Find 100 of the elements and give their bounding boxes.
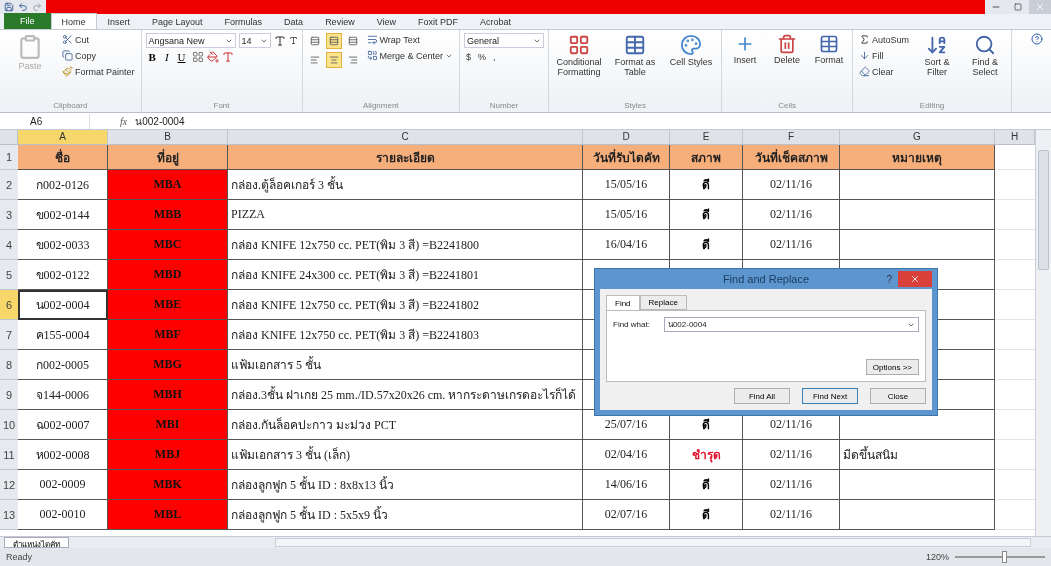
ribbon-tab[interactable]: Page Layout — [141, 13, 214, 29]
number-format-field[interactable]: General — [464, 33, 545, 48]
dialog-tab[interactable]: Replace — [639, 295, 687, 310]
ribbon-tab[interactable]: Acrobat — [469, 13, 523, 29]
table-cell: 02/11/16 — [743, 440, 840, 470]
close-button[interactable] — [1029, 0, 1051, 14]
bold-button[interactable]: B — [145, 51, 159, 63]
table-cell: 15/05/16 — [583, 170, 670, 200]
column-header[interactable]: D — [583, 130, 670, 145]
cells-button[interactable]: Delete — [768, 33, 807, 67]
horizontal-scrollbar[interactable] — [275, 538, 1031, 547]
row-header[interactable]: 12 — [0, 470, 18, 500]
wrap-text-button[interactable]: Wrap Text — [364, 33, 456, 46]
underline-button[interactable]: U — [174, 51, 189, 63]
options-button[interactable]: Options >> — [865, 359, 919, 375]
format-painter-button[interactable]: Format Painter — [60, 65, 137, 78]
ribbon-tab[interactable]: Insert — [96, 13, 142, 29]
row-header[interactable]: 10 — [0, 410, 18, 440]
table-cell: ก002-0126 — [18, 170, 108, 200]
sort-filter-button[interactable]: Sort & Filter — [915, 33, 960, 79]
zoom-handle[interactable] — [1001, 551, 1007, 563]
column-header[interactable]: H — [995, 130, 1035, 145]
clear-button[interactable]: Clear — [857, 65, 912, 78]
dialog-tab[interactable]: Find — [606, 295, 640, 310]
row-header[interactable]: 1 — [0, 145, 18, 170]
row-header[interactable]: 11 — [0, 440, 18, 470]
row-header[interactable]: 2 — [0, 170, 18, 200]
condition-text: ดี — [702, 177, 710, 194]
ribbon-tab[interactable]: View — [365, 13, 407, 29]
redo-icon[interactable] — [32, 2, 42, 12]
fill-button[interactable]: Fill — [857, 49, 912, 62]
eraser-icon — [859, 66, 871, 77]
table-cell: กล่อง KNIFE 12x750 cc. PET(พิม 3 สี) =B2241800 — [228, 230, 583, 260]
cells-button[interactable]: Format — [810, 33, 849, 67]
autosum-button[interactable]: AutoSum — [857, 33, 912, 46]
font-size-field[interactable]: 14 — [238, 33, 271, 48]
row-header[interactable]: 3 — [0, 200, 18, 230]
italic-button[interactable]: I — [161, 51, 172, 63]
table-cell: 02/11/16 — [743, 500, 840, 530]
formula-value: น002-0004 — [135, 114, 185, 129]
column-header[interactable]: B — [108, 130, 228, 145]
column-header[interactable]: F — [743, 130, 840, 145]
vertical-align-button[interactable] — [325, 33, 342, 49]
merge-center-button[interactable]: Merge & Center — [364, 49, 456, 62]
column-header[interactable]: A — [18, 130, 108, 145]
dialog-button[interactable]: Find All — [734, 388, 790, 404]
help-icon[interactable] — [1031, 33, 1043, 45]
save-icon[interactable] — [4, 2, 14, 12]
table-cell: MBH — [108, 380, 228, 410]
name-box[interactable]: A6 — [0, 113, 90, 129]
column-header[interactable]: E — [670, 130, 743, 145]
ribbon-tab[interactable]: Formulas — [213, 13, 274, 29]
row-header[interactable]: 7 — [0, 320, 18, 350]
table-cell: ข002-0122 — [18, 260, 108, 290]
function-label[interactable]: fx — [90, 115, 136, 127]
border-icon — [191, 51, 204, 63]
row-header[interactable]: 13 — [0, 500, 18, 530]
vertical-scrollbar[interactable] — [1035, 130, 1051, 536]
ribbon-tab[interactable]: Data — [273, 13, 315, 29]
currency-button[interactable]: $ — [464, 51, 474, 63]
table-icon — [819, 34, 840, 54]
undo-icon[interactable] — [18, 2, 28, 12]
row-header[interactable]: 4 — [0, 230, 18, 260]
find-select-button[interactable]: Find & Select — [963, 33, 1008, 79]
percent-button[interactable]: % — [476, 51, 489, 63]
row-header[interactable]: 9 — [0, 380, 18, 410]
ribbon-tab[interactable]: Foxit PDF — [407, 13, 469, 29]
help-button[interactable]: ? — [886, 273, 892, 285]
ribbon-tab[interactable]: Review — [314, 13, 366, 29]
group-label: Editing — [918, 101, 946, 112]
styles-button[interactable]: Format as Table — [609, 33, 662, 79]
find-what-field[interactable]: น002-0004 — [663, 317, 919, 332]
file-tab[interactable]: File — [4, 13, 51, 29]
condition-text: ดี — [702, 207, 710, 224]
styles-button[interactable]: Conditional Formatting — [553, 33, 606, 79]
table-cell: MBB — [108, 200, 228, 230]
row-header[interactable]: 5 — [0, 260, 18, 290]
dialog-button[interactable]: Close — [870, 388, 926, 404]
column-header[interactable]: G — [840, 130, 995, 145]
horizontal-align-button[interactable] — [325, 52, 342, 68]
table-cell: แฟ้มเอกสาร 5 ชั้น — [228, 350, 583, 380]
comma-button[interactable]: , — [491, 51, 498, 63]
table-cell: กล่อง KNIFE 12x750 cc. PET(พิม 3 สี) =B2241803 — [228, 320, 583, 350]
table-cell: 02/11/16 — [743, 200, 840, 230]
ribbon-tab[interactable]: Home — [50, 13, 97, 29]
row-header[interactable]: 8 — [0, 350, 18, 380]
font-name-field[interactable]: Angsana New — [145, 33, 236, 48]
table-cell: ก002-0005 — [18, 350, 108, 380]
close-icon — [910, 274, 920, 284]
copy-button[interactable]: Copy — [60, 49, 137, 62]
cut-button[interactable]: Cut — [60, 33, 137, 46]
close-button[interactable] — [898, 271, 932, 287]
row-header[interactable]: 6 — [0, 290, 18, 320]
scissors-icon — [62, 34, 73, 45]
table-cell: กล่องลูกฟูก 5 ชั้น ID : 8x8x13 นิ้ว — [228, 470, 583, 500]
dialog-button[interactable]: Find Next — [802, 388, 858, 404]
column-header[interactable]: C — [228, 130, 583, 145]
styles-button[interactable]: Cell Styles — [665, 33, 718, 69]
select-all-button[interactable] — [0, 130, 18, 145]
cells-button[interactable]: Insert — [726, 33, 765, 67]
